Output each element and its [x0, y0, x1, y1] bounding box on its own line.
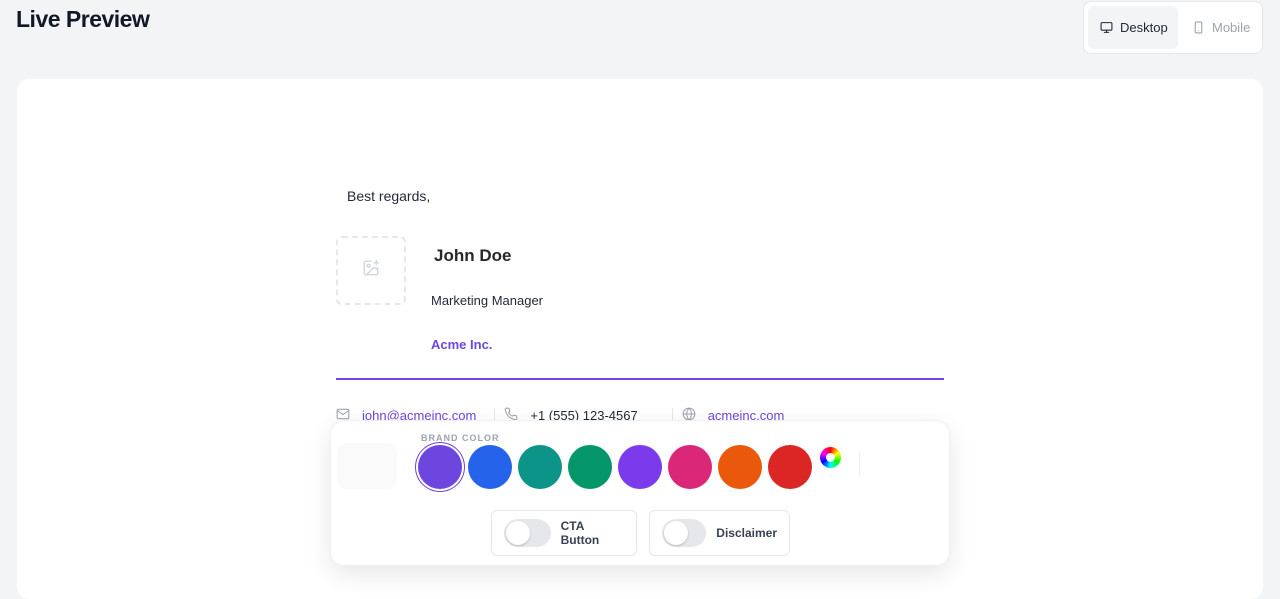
signature-greeting: Best regards,: [347, 188, 431, 204]
image-plus-icon: [362, 259, 380, 282]
cta-button-label: CTA Button: [560, 519, 600, 547]
smartphone-icon: [1192, 21, 1205, 34]
brand-color-swatches: [418, 445, 812, 489]
color-swatch-1[interactable]: [418, 445, 462, 489]
disclaimer-switch-track[interactable]: [662, 519, 707, 547]
mobile-view-button[interactable]: Mobile: [1180, 6, 1262, 49]
style-toolbar: BRAND COLOR CTA Button Disclaimer: [330, 420, 950, 566]
color-swatch-8[interactable]: [768, 445, 812, 489]
toolbar-divider: [859, 451, 860, 477]
color-wheel-icon[interactable]: [820, 447, 841, 468]
monitor-icon: [1100, 21, 1113, 34]
signature-job-title: Marketing Manager: [431, 293, 543, 308]
color-swatch-3[interactable]: [518, 445, 562, 489]
color-swatch-5[interactable]: [618, 445, 662, 489]
cta-switch-track[interactable]: [504, 519, 551, 547]
photo-upload-placeholder[interactable]: [336, 236, 406, 305]
cta-switch-knob: [506, 521, 530, 545]
color-swatch-2[interactable]: [468, 445, 512, 489]
disclaimer-switch-knob: [664, 521, 688, 545]
mobile-view-label: Mobile: [1212, 20, 1251, 35]
toolbar-ghost-panel: [337, 443, 397, 489]
color-swatch-4[interactable]: [568, 445, 612, 489]
signature-company: Acme Inc.: [431, 337, 493, 352]
view-mode-toggle: Desktop Mobile: [1083, 1, 1263, 54]
signature-name: John Doe: [434, 246, 512, 265]
color-swatch-6[interactable]: [668, 445, 712, 489]
signature-divider: [336, 378, 944, 380]
cta-button-toggle[interactable]: CTA Button: [491, 510, 637, 556]
disclaimer-toggle[interactable]: Disclaimer: [649, 510, 790, 556]
desktop-view-button[interactable]: Desktop: [1088, 6, 1178, 49]
disclaimer-label: Disclaimer: [716, 526, 777, 540]
desktop-view-label: Desktop: [1120, 20, 1168, 35]
color-swatch-7[interactable]: [718, 445, 762, 489]
brand-color-label: BRAND COLOR: [421, 433, 500, 443]
page-title: Live Preview: [16, 6, 150, 32]
